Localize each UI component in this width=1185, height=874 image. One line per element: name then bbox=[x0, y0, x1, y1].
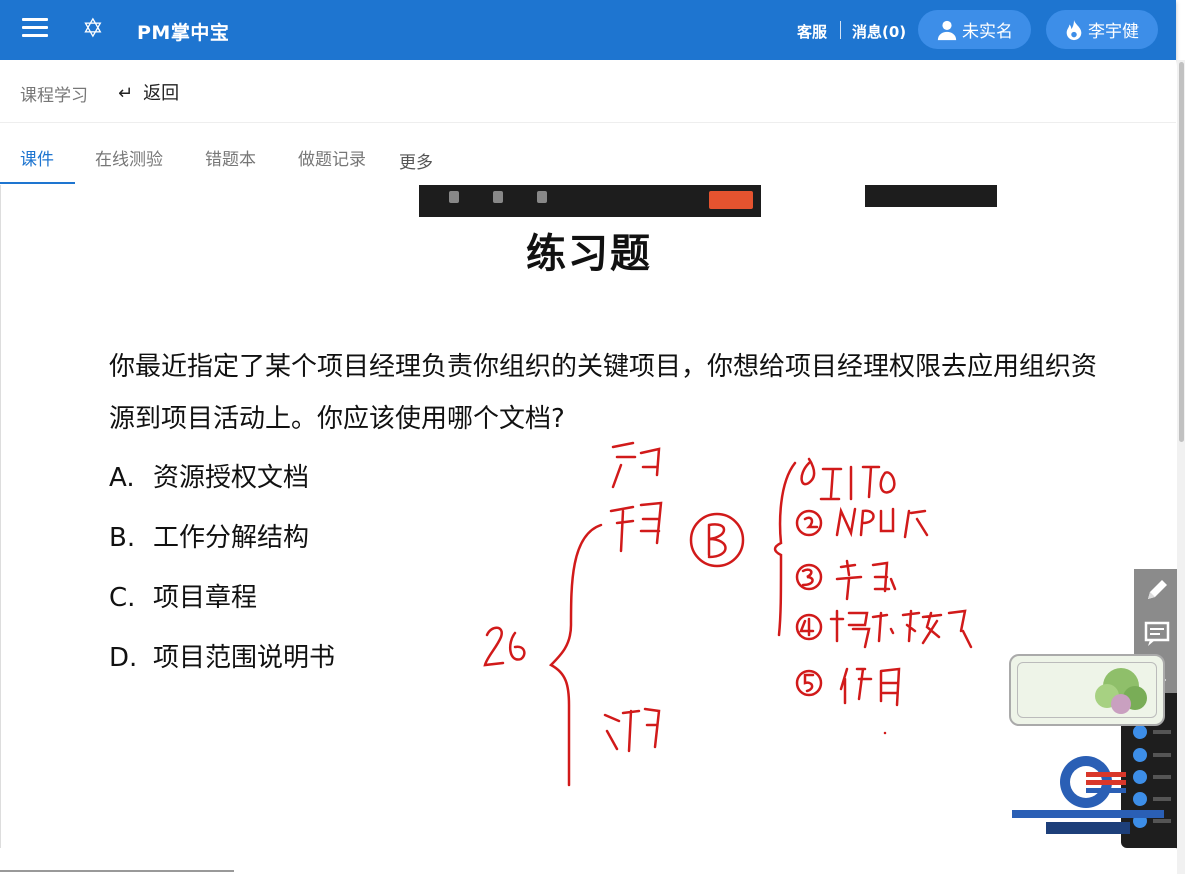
active-tab-indicator bbox=[0, 182, 75, 184]
century-excellence-logo bbox=[1012, 756, 1164, 834]
pencil-icon[interactable] bbox=[1142, 575, 1172, 605]
flame-icon bbox=[1066, 19, 1082, 40]
participant-line bbox=[1153, 730, 1171, 734]
handwritten-annotations bbox=[483, 441, 973, 787]
customer-service-link[interactable]: 客服 bbox=[797, 21, 827, 42]
header-divider bbox=[840, 21, 841, 39]
back-label: 返回 bbox=[143, 83, 180, 104]
verify-label: 未实名 bbox=[962, 22, 1013, 42]
courseware-viewer: 练习题 你最近指定了某个项目经理负责你组织的关键项目，你想给项目经理权限去应用组… bbox=[0, 185, 1178, 849]
back-button[interactable]: ↵ 返回 bbox=[118, 79, 179, 105]
menu-icon[interactable] bbox=[22, 18, 48, 40]
messages-link[interactable]: 消息(0) bbox=[852, 21, 906, 42]
return-arrow-icon: ↵ bbox=[118, 83, 134, 104]
breadcrumb[interactable]: 课程学习 bbox=[20, 81, 88, 106]
top-app-bar: ✡ PM掌中宝 客服 消息(0) 未实名 李宇健 bbox=[0, 0, 1176, 60]
user-profile-button[interactable]: 李宇健 bbox=[1046, 10, 1158, 49]
tab-courseware[interactable]: 课件 bbox=[20, 145, 54, 170]
app-title: PM掌中宝 bbox=[137, 22, 230, 44]
tab-more[interactable]: 更多 bbox=[399, 148, 433, 173]
tab-wrong-questions[interactable]: 错题本 bbox=[205, 145, 256, 170]
bottom-tab-indicator bbox=[0, 870, 234, 872]
decorative-stamp bbox=[1009, 654, 1165, 726]
verify-identity-button[interactable]: 未实名 bbox=[918, 10, 1031, 49]
succulent-icon bbox=[1095, 668, 1147, 714]
person-icon bbox=[937, 20, 957, 40]
scrollbar-thumb[interactable] bbox=[1179, 62, 1184, 442]
user-name: 李宇健 bbox=[1088, 22, 1139, 42]
tab-practice-records[interactable]: 做题记录 bbox=[298, 145, 366, 170]
participant-avatar bbox=[1133, 725, 1147, 739]
comment-icon[interactable] bbox=[1142, 619, 1172, 649]
tab-bar: 课件 在线测验 错题本 做题记录 更多 bbox=[0, 128, 1176, 186]
bottom-strip bbox=[0, 848, 1176, 874]
star-of-david-icon: ✡ bbox=[82, 14, 104, 44]
tab-online-quiz[interactable]: 在线测验 bbox=[95, 145, 163, 170]
